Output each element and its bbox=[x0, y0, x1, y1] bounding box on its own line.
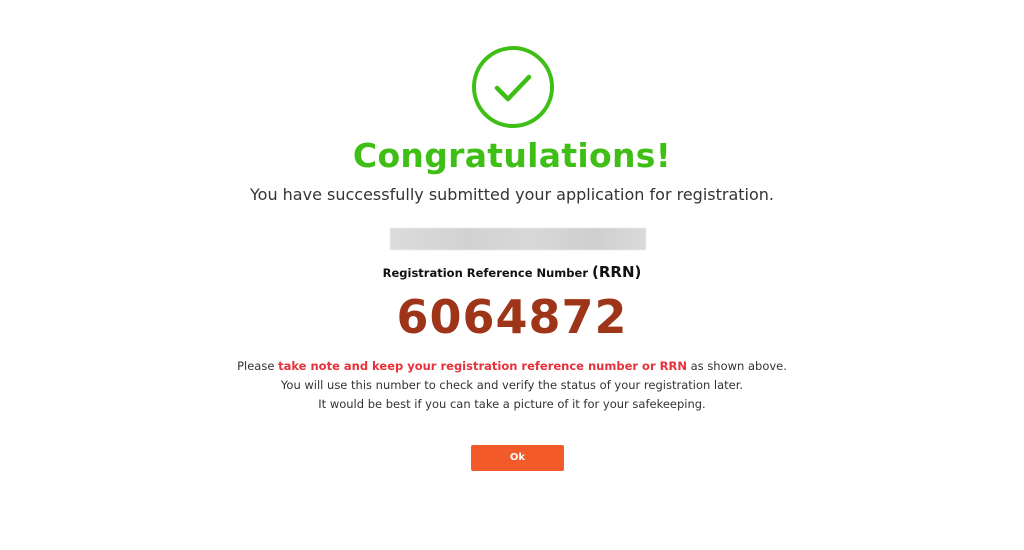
ok-button[interactable]: Ok bbox=[471, 445, 564, 471]
rrn-label: Registration Reference Number (RRN) bbox=[0, 263, 1024, 282]
note-line-1-emphasis: take note and keep your registration ref… bbox=[278, 359, 687, 373]
instruction-note: Please take note and keep your registrat… bbox=[0, 357, 1024, 414]
note-line-1-prefix: Please bbox=[237, 359, 279, 373]
success-subtitle: You have successfully submitted your app… bbox=[250, 185, 774, 204]
rrn-label-main: Registration Reference Number bbox=[382, 266, 592, 280]
note-line-2: You will use this number to check and ve… bbox=[280, 378, 744, 392]
check-circle-icon bbox=[472, 46, 554, 128]
confirmation-page: Congratulations! You have successfully s… bbox=[0, 0, 1024, 550]
rrn-label-abbr: (RRN) bbox=[592, 263, 642, 281]
note-line-1-suffix: as shown above. bbox=[686, 359, 787, 373]
note-line-1: Please take note and keep your registrat… bbox=[0, 357, 1024, 376]
rrn-number: 6064872 bbox=[396, 290, 628, 344]
success-title: Congratulations! bbox=[352, 136, 672, 175]
redacted-name-bar bbox=[390, 228, 646, 250]
note-line-3: It would be best if you can take a pictu… bbox=[318, 397, 706, 411]
